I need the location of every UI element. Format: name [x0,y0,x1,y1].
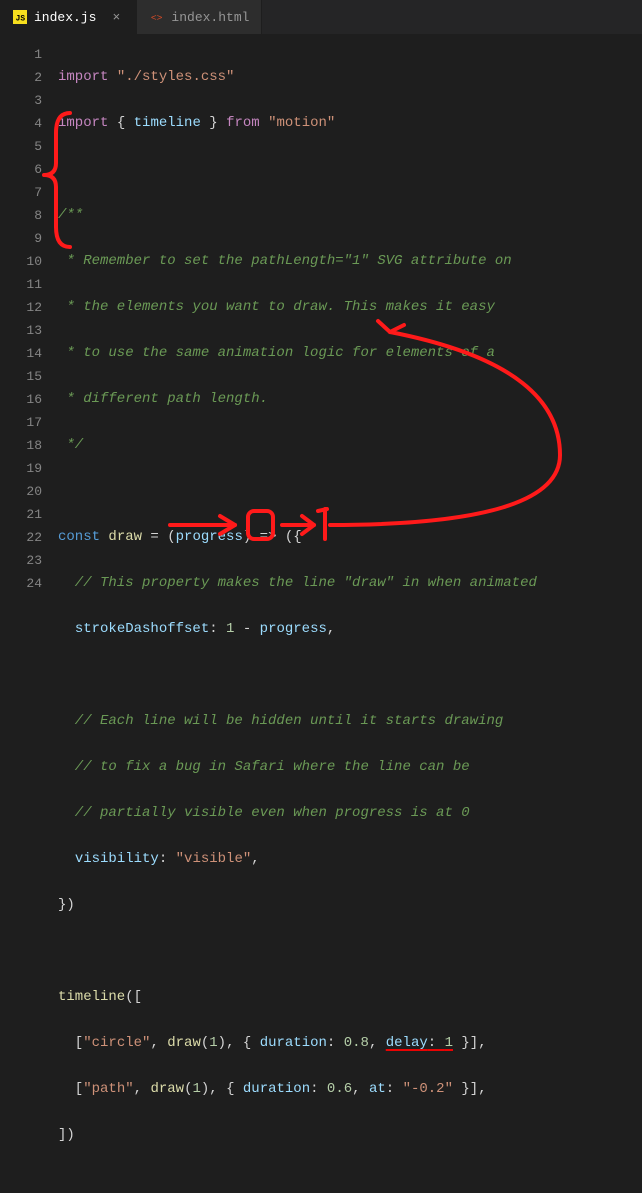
code-line: // Each line will be hidden until it sta… [58,710,642,733]
svg-text:<>: <> [151,13,163,24]
line-number: 6 [0,158,42,181]
code-line [58,480,642,503]
line-number: 7 [0,181,42,204]
line-number: 4 [0,112,42,135]
code-line: * the elements you want to draw. This ma… [58,296,642,319]
line-number: 10 [0,250,42,273]
js-icon: JS [12,9,28,25]
line-number: 5 [0,135,42,158]
code-line: ["circle", draw(1), { duration: 0.8, del… [58,1032,642,1055]
code-line [58,940,642,963]
code-line: visibility: "visible", [58,848,642,871]
line-number: 14 [0,342,42,365]
line-number: 3 [0,89,42,112]
line-number: 8 [0,204,42,227]
code-line: timeline([ [58,986,642,1009]
line-number: 21 [0,503,42,526]
code-line: // partially visible even when progress … [58,802,642,825]
code-line: // This property makes the line "draw" i… [58,572,642,595]
line-number: 17 [0,411,42,434]
tab-label: index.html [171,10,249,25]
code-line [58,664,642,687]
code-line: ["path", draw(1), { duration: 0.6, at: "… [58,1078,642,1101]
code-line: import { timeline } from "motion" [58,112,642,135]
line-number: 20 [0,480,42,503]
close-icon[interactable]: × [108,10,124,25]
tab-label: index.js [34,10,96,25]
code-line: /** [58,204,642,227]
html-icon: <> [149,9,165,25]
line-number: 22 [0,526,42,549]
line-number: 2 [0,66,42,89]
line-number: 24 [0,572,42,595]
line-number-gutter: 1 2 3 4 5 6 7 8 9 10 11 12 13 14 15 16 1… [0,35,58,623]
code-line: ]) [58,1124,642,1147]
code-line: */ [58,434,642,457]
code-line: * Remember to set the pathLength="1" SVG… [58,250,642,273]
code-line: const draw = (progress) => ({ [58,526,642,549]
tab-index-js[interactable]: JS index.js × [0,0,137,34]
code-line: }) [58,894,642,917]
code-line: import "./styles.css" [58,66,642,89]
code-area[interactable]: import "./styles.css" import { timeline … [58,35,642,623]
code-line: // to fix a bug in Safari where the line… [58,756,642,779]
line-number: 11 [0,273,42,296]
line-number: 12 [0,296,42,319]
code-line: strokeDashoffset: 1 - progress, [58,618,642,641]
tab-bar: JS index.js × <> index.html [0,0,642,35]
tab-index-html[interactable]: <> index.html [137,0,262,34]
line-number: 16 [0,388,42,411]
line-number: 1 [0,43,42,66]
code-line [58,158,642,181]
line-number: 23 [0,549,42,572]
code-line: * to use the same animation logic for el… [58,342,642,365]
svg-text:JS: JS [16,15,26,24]
code-line: * different path length. [58,388,642,411]
line-number: 19 [0,457,42,480]
line-number: 18 [0,434,42,457]
editor: 1 2 3 4 5 6 7 8 9 10 11 12 13 14 15 16 1… [0,35,642,623]
line-number: 13 [0,319,42,342]
line-number: 15 [0,365,42,388]
line-number: 9 [0,227,42,250]
